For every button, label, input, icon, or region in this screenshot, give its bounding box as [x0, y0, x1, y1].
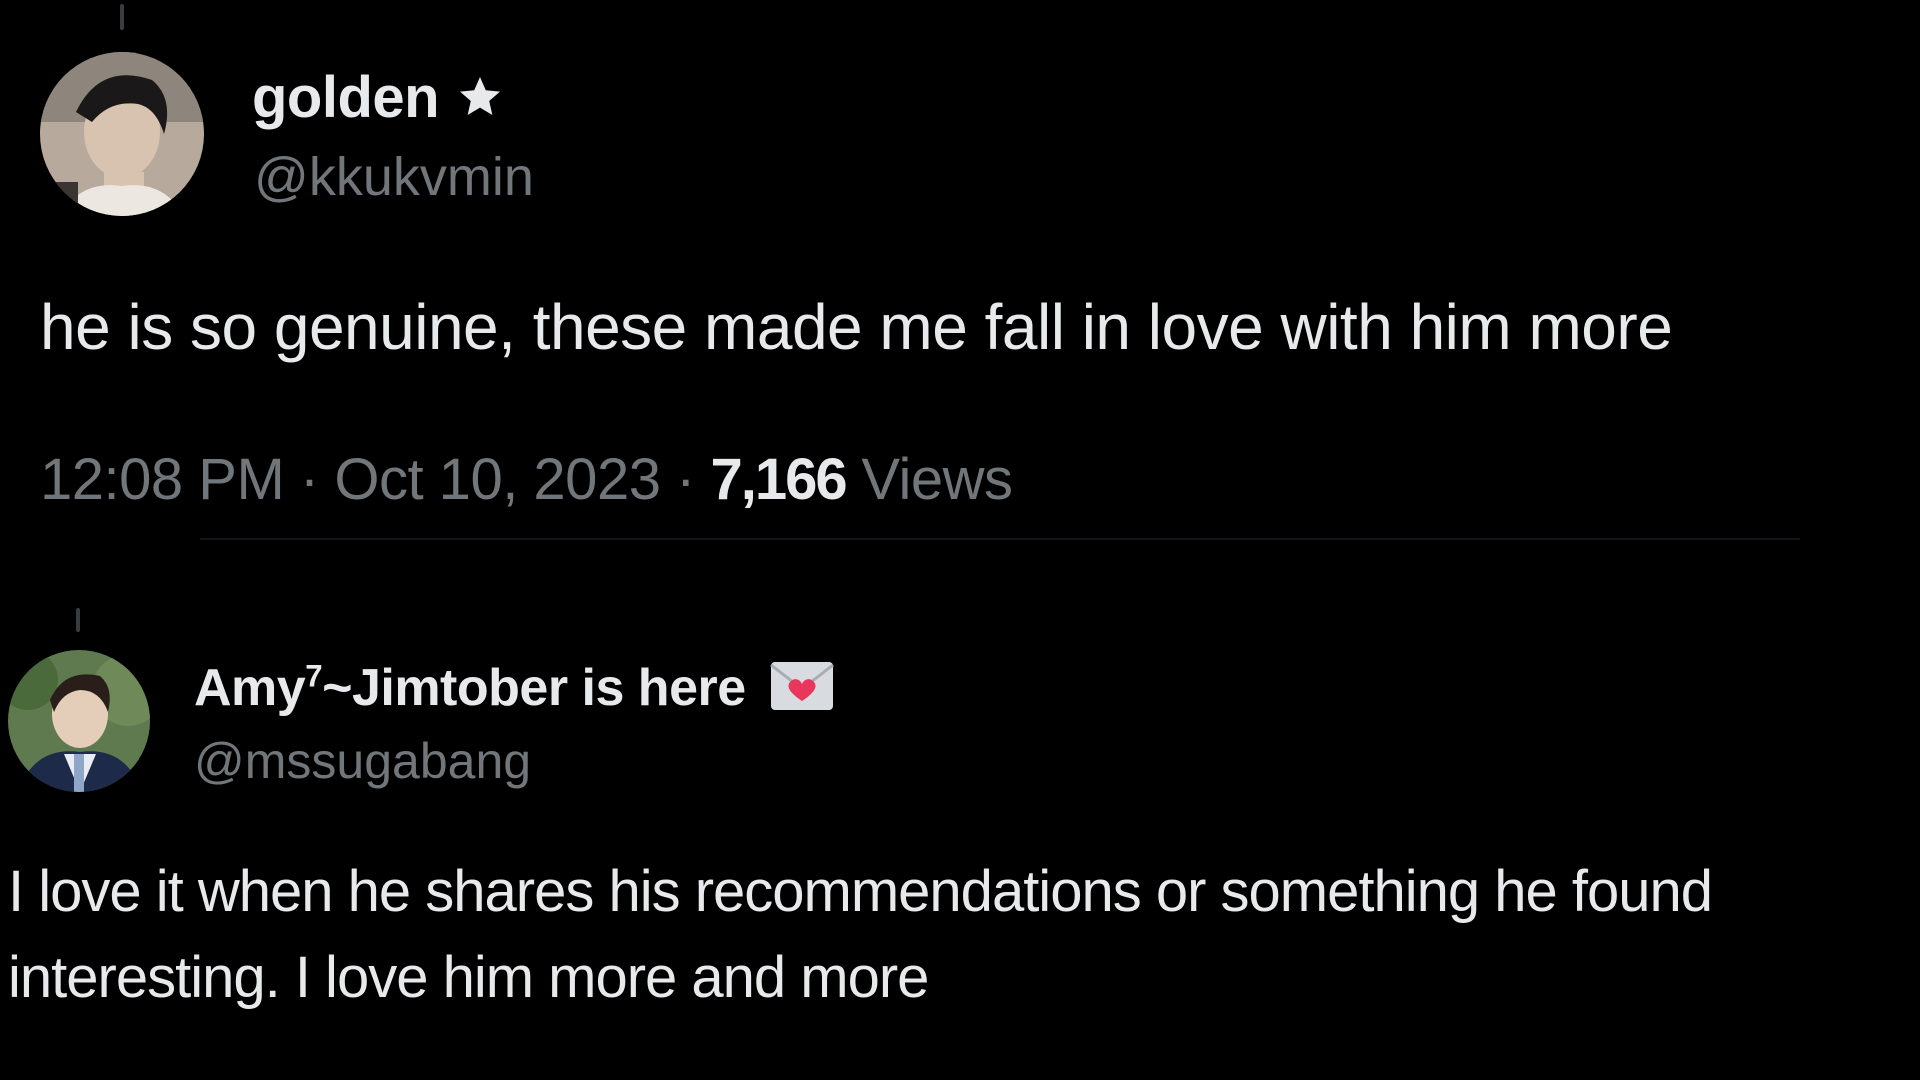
tweet-1: golden @kkukvmin he is so genuine, these…	[0, 0, 1920, 540]
love-letter-icon	[769, 661, 834, 711]
views-label: Views	[861, 447, 1013, 512]
handle[interactable]: @kkukvmin	[254, 146, 534, 208]
tweet-text: he is so genuine, these made me fall in …	[40, 291, 1673, 363]
timestamp[interactable]: 12:08 PM	[40, 447, 285, 512]
tweet-text-line-2: interesting. I love him more and more	[8, 945, 929, 1010]
separator-dot: ·	[676, 447, 695, 512]
handle[interactable]: @mssugabang	[194, 732, 531, 790]
views-count: 7,166	[710, 447, 848, 512]
tweet-text-line-1: I love it when he shares his recommendat…	[8, 859, 1713, 924]
avatar[interactable]	[40, 52, 204, 216]
display-name-superscript: 7	[305, 658, 323, 694]
tweet-meta: 12:08 PM · Oct 10, 2023 · 7,166 Views	[40, 446, 1013, 513]
tweet-2: Amy7~Jimtober is here @mssugabang I love…	[0, 540, 1920, 1080]
separator-dot: ·	[299, 447, 319, 512]
display-name-text: golden	[252, 65, 440, 130]
display-name[interactable]: golden	[252, 64, 505, 131]
display-name[interactable]: Amy7~Jimtober is here	[194, 658, 834, 718]
date[interactable]: Oct 10, 2023	[334, 447, 661, 512]
star-icon	[455, 64, 505, 131]
display-name-main: Amy	[194, 659, 306, 717]
thread-connector-top	[120, 4, 124, 30]
thread-connector-top	[76, 608, 80, 632]
avatar[interactable]	[8, 650, 150, 792]
display-name-rest: ~Jimtober is here	[322, 659, 746, 717]
